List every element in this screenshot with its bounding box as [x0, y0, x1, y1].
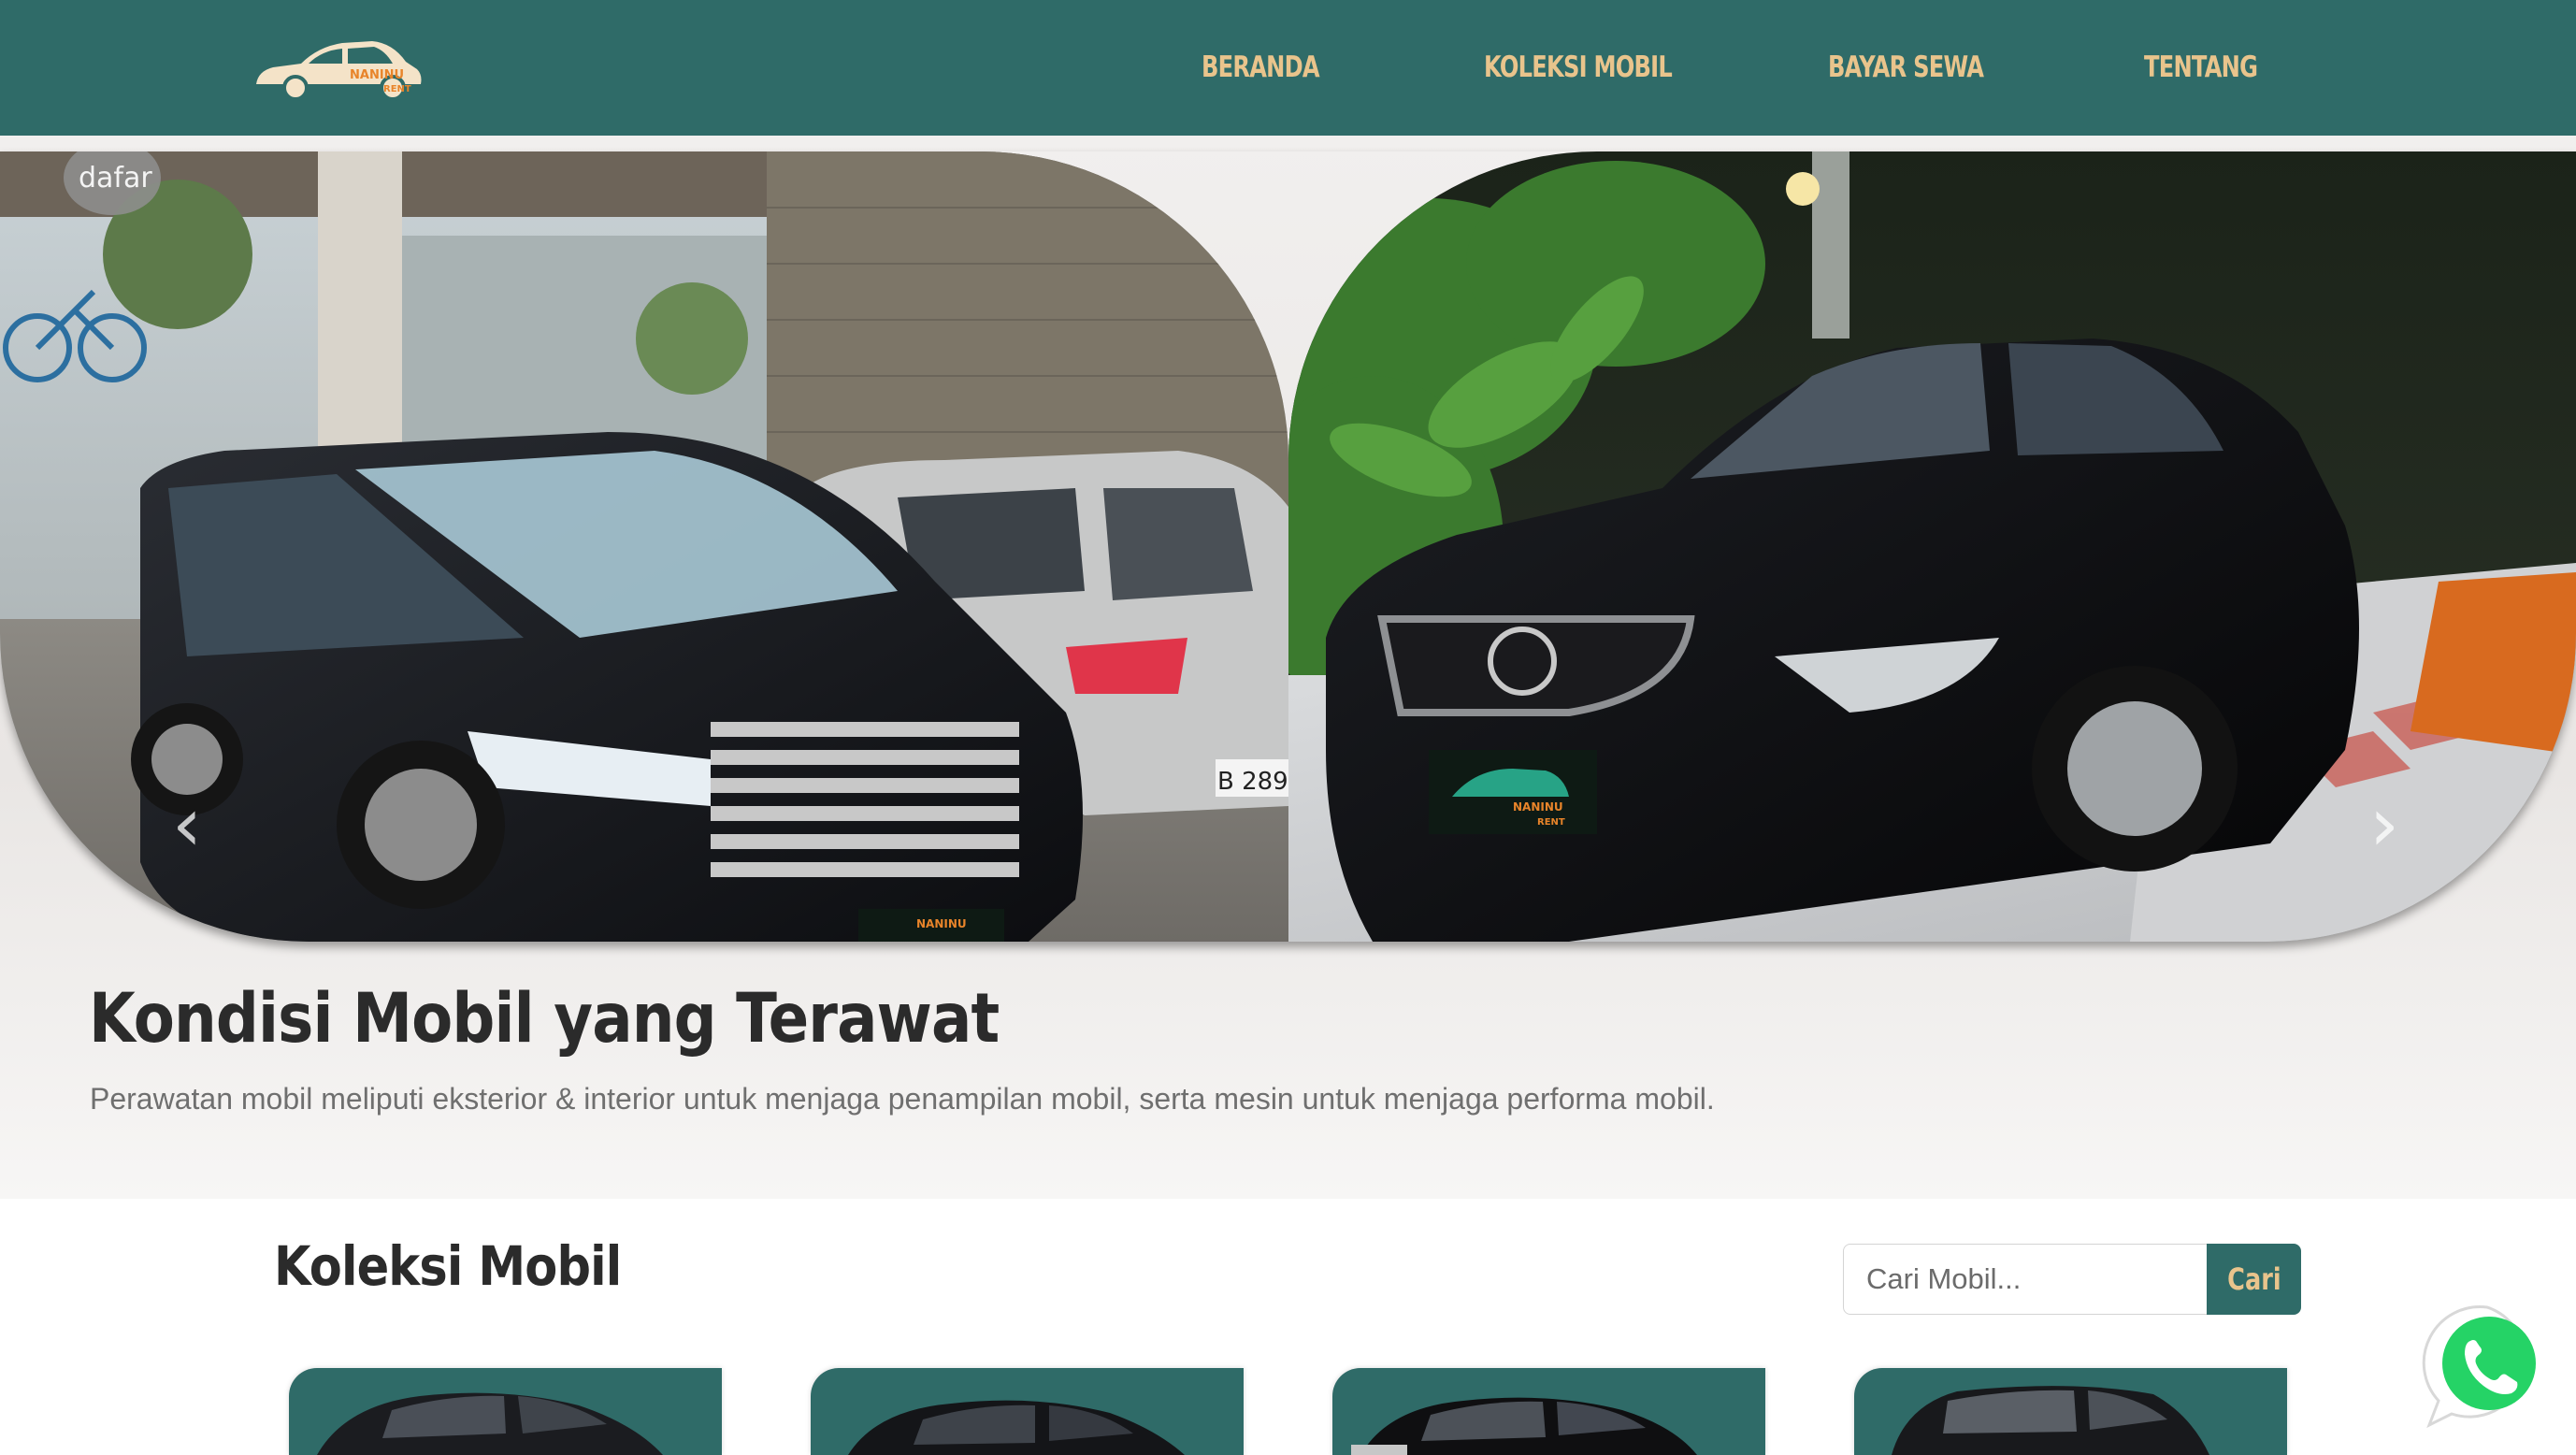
chevron-left-icon: ‹ [172, 781, 202, 868]
nav-tentang[interactable]: TENTANG [2144, 47, 2258, 88]
koleksi-title: Koleksi Mobil [274, 1234, 622, 1298]
car-card[interactable] [811, 1368, 1244, 1455]
car-image [1892, 1386, 2209, 1455]
hero-title: Kondisi Mobil yang Terawat [89, 979, 1000, 1059]
search-input[interactable] [1843, 1244, 2208, 1315]
car-card[interactable] [289, 1368, 722, 1455]
logo-text-rent: RENT [383, 84, 411, 94]
nav-koleksi-mobil[interactable]: KOLEKSI MOBIL [1484, 47, 1673, 88]
hero-section: dafar B 2893 [0, 136, 2576, 1199]
whatsapp-button[interactable] [2422, 1302, 2553, 1433]
brand-logo[interactable]: NANINU RENT [252, 26, 430, 110]
search-button-label: Cari [2226, 1261, 2281, 1297]
car-image [848, 1400, 1185, 1455]
car-image [317, 1392, 663, 1455]
hero-carousel: dafar B 2893 [0, 151, 2576, 942]
car-image [1351, 1397, 1697, 1455]
signage-text: dafar [79, 162, 152, 194]
carousel-prev-button[interactable]: ‹ [159, 778, 215, 872]
car-card[interactable] [1332, 1368, 1765, 1455]
plate-text: B 2893 [1217, 768, 1288, 796]
sticker-text-2: NANINU [1513, 800, 1563, 814]
navbar: NANINU RENT BERANDA KOLEKSI MOBIL BAYAR … [0, 0, 2576, 136]
nav-bayar-sewa[interactable]: BAYAR SEWA [1828, 47, 1984, 88]
logo-text-naninu: NANINU [350, 68, 404, 82]
chevron-right-icon: › [2369, 781, 2399, 868]
search-button[interactable]: Cari [2207, 1244, 2301, 1315]
car-logo-icon: NANINU RENT [256, 41, 422, 101]
whatsapp-icon [2422, 1305, 2536, 1429]
hero-description: Perawatan mobil meliputi eksterior & int… [90, 1082, 1715, 1116]
carousel-next-button[interactable]: › [2356, 778, 2412, 872]
nav-beranda[interactable]: BERANDA [1202, 47, 1320, 88]
car-card[interactable] [1854, 1368, 2287, 1455]
sticker-text-1: NANINU [916, 917, 967, 930]
sticker-text-3: RENT [1537, 817, 1565, 828]
